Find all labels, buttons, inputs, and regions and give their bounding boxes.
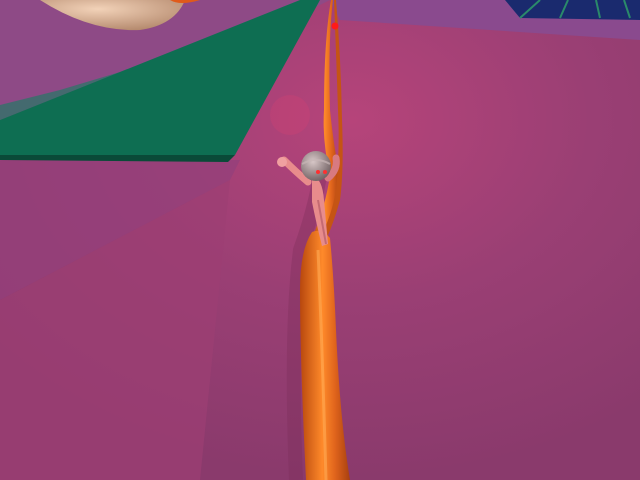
game-viewport[interactable] — [0, 0, 640, 480]
background-structure — [505, 0, 640, 20]
light-glow — [270, 95, 310, 135]
scene-canvas — [0, 0, 640, 480]
rail-marker-icon — [331, 22, 339, 30]
